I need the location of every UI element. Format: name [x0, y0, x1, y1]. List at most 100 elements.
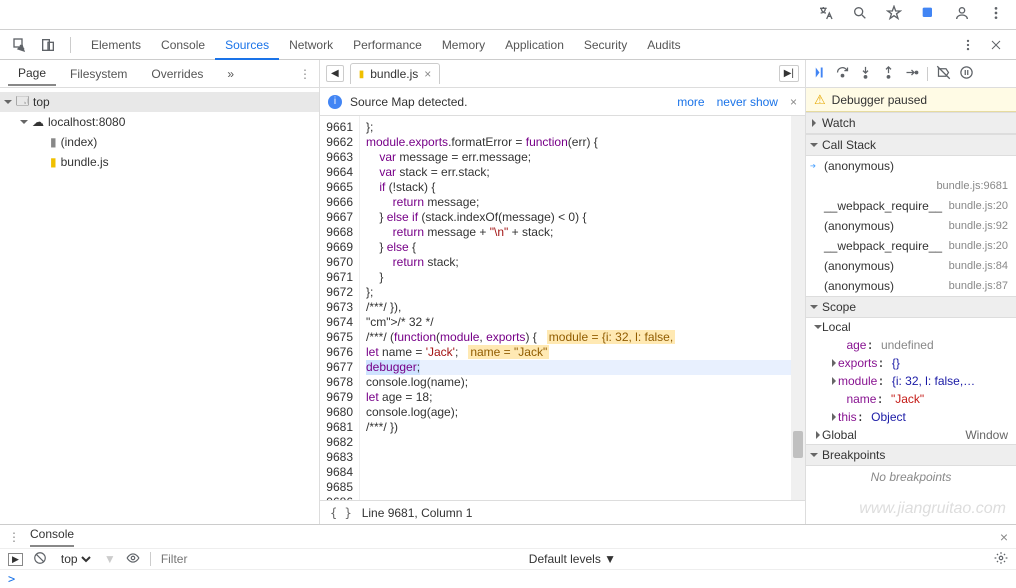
pause-exceptions-icon[interactable] — [959, 65, 974, 83]
format-icon[interactable]: { } — [330, 506, 352, 520]
code-area[interactable]: };module.exports.formatError = function(… — [360, 116, 805, 500]
eye-icon[interactable] — [126, 551, 140, 568]
window-icon: 🗔 — [16, 92, 29, 113]
scope-var[interactable]: name: "Jack" — [806, 390, 1016, 408]
editor-tab-label: bundle.js — [370, 67, 418, 81]
chevron-right-icon — [816, 431, 820, 439]
scope-local[interactable]: Local — [806, 318, 1016, 336]
chevron-down-icon — [810, 143, 818, 147]
next-file-icon[interactable]: ▶| — [779, 65, 799, 82]
stack-frame[interactable]: (anonymous)bundle.js:84 — [806, 256, 1016, 276]
extensions-icon[interactable] — [920, 5, 936, 24]
chevron-right-icon — [832, 377, 836, 385]
tree-label: (index) — [61, 135, 98, 149]
stack-frame[interactable]: (anonymous)bundle.js:92 — [806, 216, 1016, 236]
info-icon: i — [328, 95, 342, 109]
nav-tab-page[interactable]: Page — [8, 62, 56, 86]
info-message: Source Map detected. — [350, 95, 665, 109]
watch-pane-header[interactable]: Watch — [806, 112, 1016, 134]
tree-label: top — [33, 95, 50, 109]
kebab-icon[interactable]: ⋮ — [8, 530, 20, 544]
devtools-tab-console[interactable]: Console — [151, 32, 215, 58]
levels-select[interactable]: Default levels ▼ — [529, 552, 616, 566]
scope-var[interactable]: exports: {} — [806, 354, 1016, 372]
step-into-icon[interactable] — [858, 65, 873, 83]
devtools-tab-elements[interactable]: Elements — [81, 32, 151, 58]
devtools-tab-memory[interactable]: Memory — [432, 32, 495, 58]
tree-root[interactable]: 🗔 top — [0, 92, 319, 112]
close-icon[interactable] — [984, 33, 1008, 57]
stack-frame[interactable]: __webpack_require__bundle.js:20 — [806, 236, 1016, 256]
scope-pane-header[interactable]: Scope — [806, 296, 1016, 318]
inspect-icon[interactable] — [8, 33, 32, 57]
scope-var[interactable]: age: undefined — [806, 336, 1016, 354]
warning-icon: ⚠ — [814, 92, 826, 108]
scope-var[interactable]: module: {i: 32, l: false,… — [806, 372, 1016, 390]
stack-frame[interactable]: (anonymous)bundle.js:87 — [806, 276, 1016, 296]
js-file-icon: ▮ — [50, 155, 57, 169]
devtools-tab-bar: ElementsConsoleSourcesNetworkPerformance… — [0, 30, 1016, 60]
tree-label: localhost:8080 — [48, 115, 125, 129]
devtools-tab-application[interactable]: Application — [495, 32, 574, 58]
chevron-right-icon — [832, 359, 836, 367]
search-icon[interactable] — [852, 5, 868, 24]
console-tab[interactable]: Console — [30, 527, 74, 547]
nav-tab-more[interactable]: » — [217, 63, 244, 85]
tree-label: bundle.js — [61, 155, 109, 169]
info-never-link[interactable]: never show — [717, 95, 778, 109]
gear-icon[interactable] — [994, 551, 1008, 568]
filter-input[interactable] — [161, 552, 519, 566]
callstack-pane-header[interactable]: Call Stack — [806, 134, 1016, 156]
line-gutter[interactable]: 9661966296639664966596669667966896699670… — [320, 116, 360, 500]
deactivate-bp-icon[interactable] — [936, 65, 951, 83]
kebab-icon[interactable]: ⋮ — [299, 67, 311, 81]
profile-icon[interactable] — [954, 5, 970, 24]
stack-frame[interactable]: __webpack_require__bundle.js:20 — [806, 196, 1016, 216]
prev-file-icon[interactable]: ◀ — [326, 65, 344, 82]
clear-icon[interactable] — [33, 551, 47, 568]
kebab-icon[interactable] — [956, 33, 980, 57]
file-tree: 🗔 top ☁ localhost:8080 ▮ (index) ▮ bundl… — [0, 88, 319, 176]
star-icon[interactable] — [886, 5, 902, 24]
close-icon[interactable]: × — [424, 67, 431, 81]
close-icon[interactable]: × — [790, 95, 797, 109]
chevron-down-icon — [20, 120, 28, 124]
editor-tab[interactable]: ▮ bundle.js × — [350, 63, 441, 84]
browser-toolbar — [0, 0, 1016, 30]
step-icon[interactable] — [904, 65, 919, 83]
nav-tab-overrides[interactable]: Overrides — [141, 63, 213, 85]
navigator-tabs: Page Filesystem Overrides » ⋮ — [0, 60, 319, 88]
js-file-icon: ▮ — [359, 69, 365, 80]
devtools-tab-security[interactable]: Security — [574, 32, 637, 58]
context-select[interactable]: top — [57, 551, 94, 567]
play-icon[interactable]: ▶ — [8, 553, 23, 566]
tree-file[interactable]: ▮ bundle.js — [0, 152, 319, 172]
chevron-down-icon — [4, 100, 12, 104]
scrollbar[interactable] — [791, 116, 805, 500]
step-out-icon[interactable] — [881, 65, 896, 83]
close-icon[interactable]: × — [1000, 529, 1008, 545]
menu-icon[interactable] — [988, 5, 1004, 24]
chevron-down-icon — [814, 325, 822, 329]
info-more-link[interactable]: more — [677, 95, 704, 109]
tree-file[interactable]: ▮ (index) — [0, 132, 319, 152]
devtools-tab-sources[interactable]: Sources — [215, 32, 279, 60]
resume-icon[interactable] — [812, 65, 827, 83]
step-over-icon[interactable] — [835, 65, 850, 83]
stack-frame[interactable]: (anonymous) — [806, 156, 1016, 176]
devtools-tab-performance[interactable]: Performance — [343, 32, 432, 58]
no-breakpoints-text: No breakpoints — [806, 466, 1016, 488]
scope-var[interactable]: this: Object — [806, 408, 1016, 426]
scope-global[interactable]: GlobalWindow — [806, 426, 1016, 444]
nav-tab-filesystem[interactable]: Filesystem — [60, 63, 137, 85]
devtools-tab-audits[interactable]: Audits — [637, 32, 690, 58]
chevron-right-icon — [832, 413, 836, 421]
chevron-down-icon — [810, 453, 818, 457]
devtools-tab-network[interactable]: Network — [279, 32, 343, 58]
tree-host[interactable]: ☁ localhost:8080 — [0, 112, 319, 132]
device-toggle-icon[interactable] — [36, 33, 60, 57]
breakpoints-pane-header[interactable]: Breakpoints — [806, 444, 1016, 466]
translate-icon[interactable] — [818, 5, 834, 24]
chevron-right-icon — [812, 119, 816, 127]
console-prompt[interactable]: > — [0, 570, 1016, 588]
